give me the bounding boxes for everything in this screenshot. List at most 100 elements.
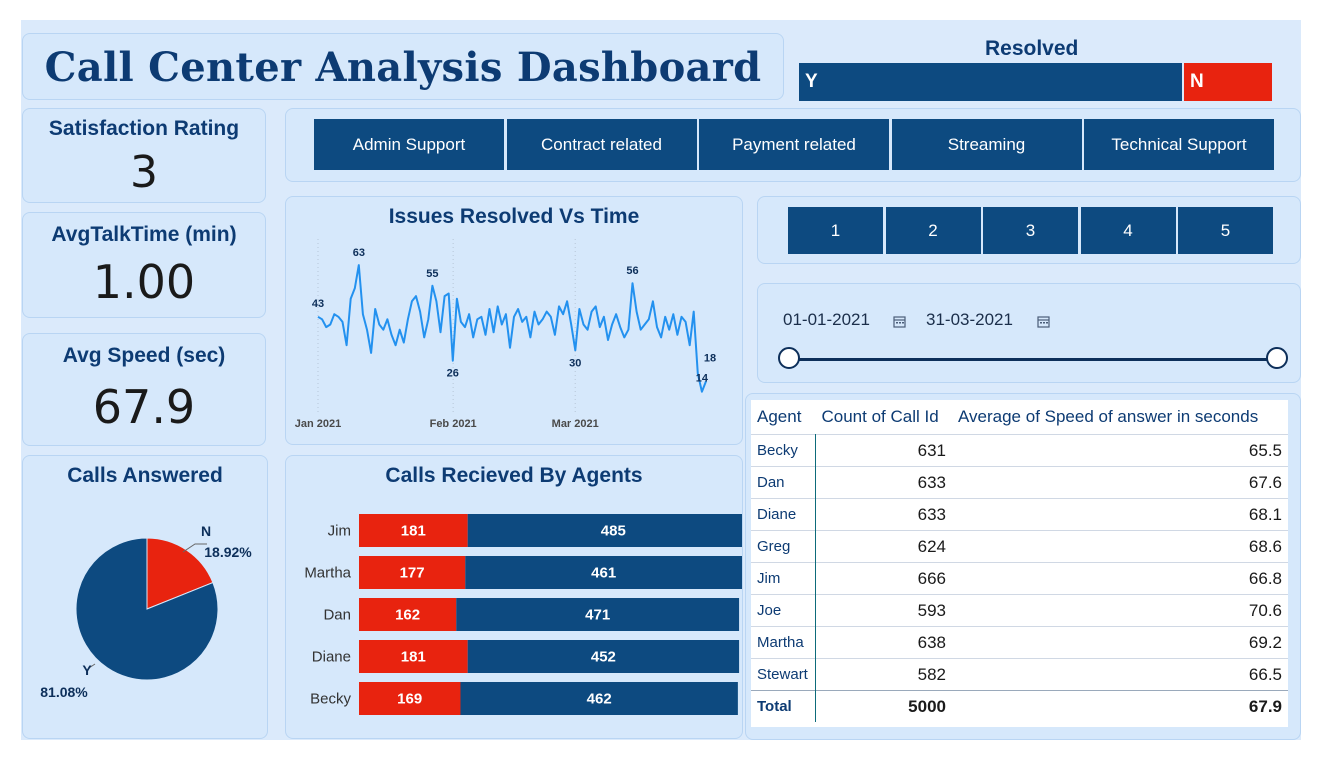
line-data-label: 14: [696, 373, 709, 385]
table-row[interactable]: Diane 633 68.1: [751, 498, 1288, 531]
pie-value-y: 81.08%: [40, 684, 88, 700]
x-tick-label: Mar 2021: [552, 418, 599, 430]
col-speed-header[interactable]: Average of Speed of answer in seconds: [952, 400, 1288, 435]
topic-button[interactable]: Admin Support: [314, 119, 504, 170]
pie-label-n: N: [201, 523, 211, 539]
line-data-label: 63: [353, 247, 365, 259]
resolved-yes-label: Y: [805, 71, 818, 92]
topic-button[interactable]: Streaming: [891, 119, 1082, 170]
call-count-cell: 666: [815, 562, 952, 595]
talk-time-value: 1.00: [92, 255, 196, 309]
agent-name-cell: Martha: [751, 626, 816, 659]
agent-name-cell: Greg: [751, 530, 816, 563]
call-count-cell: 593: [815, 594, 952, 627]
rating-button[interactable]: 3: [983, 207, 1078, 254]
agent-table-container: Agent Count of Call Id Average of Speed …: [751, 400, 1288, 727]
bar-category-label: Martha: [304, 565, 351, 582]
table-row[interactable]: Stewart 582 66.5: [751, 658, 1288, 691]
line-data-label: 18: [704, 352, 716, 364]
speed-cell: 69.2: [952, 626, 1288, 659]
start-date[interactable]: 01-01-2021: [783, 310, 870, 330]
bar-data-label: 462: [587, 691, 612, 708]
end-date[interactable]: 31-03-2021: [926, 310, 1013, 330]
total-label-cell: Total: [751, 690, 816, 722]
calendar-icon[interactable]: [893, 313, 906, 332]
speed-cell: 65.5: [952, 434, 1288, 467]
speed-cell: 68.1: [952, 498, 1288, 531]
speed-label: Avg Speed (sec): [62, 344, 226, 367]
agent-name-cell: Becky: [751, 434, 816, 467]
speed-value: 67.9: [92, 380, 196, 434]
x-tick-label: Feb 2021: [430, 418, 477, 430]
speed-card: Avg Speed (sec) 67.9: [22, 333, 266, 446]
bar-category-label: Becky: [310, 691, 351, 708]
call-count-cell: 582: [815, 658, 952, 691]
table-row[interactable]: Dan 633 67.6: [751, 466, 1288, 499]
bar-data-label: 452: [591, 649, 616, 666]
call-count-cell: 631: [815, 434, 952, 467]
issues-resolved-line: [317, 264, 707, 393]
rating-button[interactable]: 4: [1080, 207, 1176, 254]
speed-cell: 70.6: [952, 594, 1288, 627]
topic-button[interactable]: Contract related: [506, 119, 697, 170]
topic-button[interactable]: Technical Support: [1084, 119, 1274, 170]
pie-value-n: 18.92%: [204, 544, 252, 560]
table-row[interactable]: Jim 666 66.8: [751, 562, 1288, 595]
resolved-no-label: N: [1190, 71, 1204, 92]
line-chart: Jan 2021 Feb 2021 Mar 2021 43 63 55 26 30 56 14 18: [295, 239, 716, 430]
line-data-label: 55: [426, 268, 438, 280]
total-speed-cell: 67.9: [952, 690, 1288, 722]
page-title: Call Center Analysis Dashboard: [44, 44, 762, 91]
rating-button[interactable]: 5: [1178, 207, 1273, 254]
line-data-label: 26: [447, 368, 459, 380]
date-range-track: [790, 358, 1278, 361]
col-agent-header[interactable]: Agent: [751, 400, 816, 435]
speed-cell: 68.6: [952, 530, 1288, 563]
range-start-handle[interactable]: [778, 347, 800, 369]
speed-cell: 66.8: [952, 562, 1288, 595]
line-chart-card: Issues Resolved Vs Time Jan 2021 Feb 2021…: [285, 196, 743, 445]
table-row[interactable]: Martha 638 69.2: [751, 626, 1288, 659]
rating-button[interactable]: 2: [885, 207, 981, 254]
table-row[interactable]: Joe 593 70.6: [751, 594, 1288, 627]
col-count-header[interactable]: Count of Call Id: [816, 400, 953, 435]
bar-data-label: 181: [401, 649, 426, 666]
resolved-no-bar[interactable]: N: [1184, 63, 1272, 101]
satisfaction-label: Satisfaction Rating: [48, 117, 240, 140]
satisfaction-card: Satisfaction Rating 3: [22, 108, 266, 203]
call-count-cell: 633: [815, 466, 952, 499]
agent-table: Agent Count of Call Id Average of Speed …: [751, 400, 1288, 722]
agent-name-cell: Diane: [751, 498, 816, 531]
talk-time-card: AvgTalkTime (min) 1.00: [22, 212, 266, 318]
call-count-cell: 633: [815, 498, 952, 531]
range-end-handle[interactable]: [1266, 347, 1288, 369]
speed-cell: 67.6: [952, 466, 1288, 499]
satisfaction-value: 3: [130, 147, 158, 198]
bar-chart: Jim 181 485 Martha 177 461 Dan 162 471 Diane 181 45…: [304, 514, 742, 715]
bar-data-label: 485: [601, 523, 626, 540]
line-data-label: 43: [312, 298, 324, 310]
pie-label-y: Y: [82, 662, 92, 678]
date-slicer-card: 01-01-2021 31-03-2021: [757, 283, 1301, 383]
pie-chart: N 18.92% Y 81.08%: [40, 523, 252, 700]
resolved-yes-bar[interactable]: Y: [799, 63, 1182, 101]
title-card: Call Center Analysis Dashboard: [22, 33, 784, 100]
topic-button[interactable]: Payment related: [699, 119, 889, 170]
talk-time-label: AvgTalkTime (min): [51, 223, 237, 246]
bar-data-label: 471: [585, 607, 610, 624]
x-tick-label: Jan 2021: [295, 418, 341, 430]
bar-chart-card: Calls Recieved By Agents Jim 181 485 Martha…: [285, 455, 743, 739]
bar-category-label: Dan: [323, 607, 351, 624]
agent-name-cell: Stewart: [751, 658, 816, 691]
agent-name-cell: Joe: [751, 594, 816, 627]
bar-data-label: 461: [591, 565, 616, 582]
table-row[interactable]: Greg 624 68.6: [751, 530, 1288, 563]
bar-category-label: Jim: [328, 523, 351, 540]
table-header-row: Agent Count of Call Id Average of Speed …: [751, 400, 1288, 435]
total-count-cell: 5000: [815, 690, 952, 722]
table-row[interactable]: Becky 631 65.5: [751, 434, 1288, 467]
call-count-cell: 624: [815, 530, 952, 563]
rating-button[interactable]: 1: [788, 207, 883, 254]
bar-data-label: 181: [401, 523, 426, 540]
calendar-icon[interactable]: [1037, 313, 1050, 332]
